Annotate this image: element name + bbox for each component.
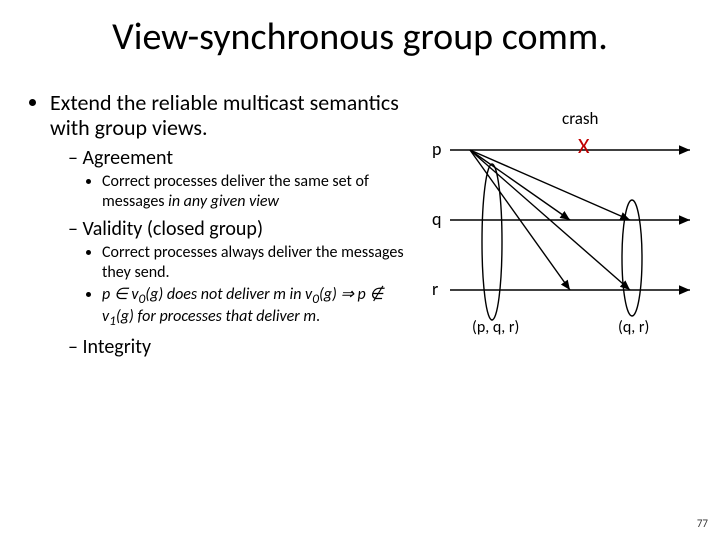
view-label-1: (q, r) [618, 318, 649, 337]
bullet-integrity: Integrity [68, 336, 408, 359]
slide-title: View-synchronous group comm. [0, 14, 720, 60]
vs2j: m [303, 307, 316, 326]
view-label-0: (p, q, r) [472, 318, 519, 337]
vs2d: m [273, 285, 286, 304]
agreement-sub: Correct processes deliver the same set o… [102, 172, 408, 212]
validity-sub1: Correct processes always deliver the mes… [102, 243, 408, 283]
bullet-agreement: Agreement Correct processes deliver the … [68, 147, 408, 212]
crash-x-icon: X [578, 132, 589, 159]
slide-body: Extend the reliable multicast semantics … [28, 90, 408, 363]
vs2h: 1 [109, 313, 116, 330]
vs2i: (g) for processes that deliver [116, 307, 303, 326]
validity-label: Validity (closed group) [82, 217, 263, 241]
bullet-list-l1: Extend the reliable multicast semantics … [28, 90, 408, 359]
validity-sub2: p ∈ v0(g) does not deliver m in v0(g) ⇒ … [102, 285, 408, 331]
bullet-validity: Validity (closed group) Correct processe… [68, 218, 408, 331]
process-label-r: r [432, 278, 438, 300]
vs2e: in v [286, 285, 312, 304]
vs2c: (g) does not deliver [145, 285, 273, 304]
agreement-label: Agreement [82, 146, 173, 170]
vs2k: . [316, 307, 320, 326]
diagram-svg [430, 110, 700, 370]
process-label-q: q [432, 208, 441, 230]
bullet-list-l3-validity: Correct processes always deliver the mes… [68, 243, 408, 331]
agreement-sub-em: in any given view [168, 192, 279, 211]
crash-label: crash [562, 108, 599, 129]
bullet-extend: Extend the reliable multicast semantics … [50, 90, 408, 359]
bullet-list-l2: Agreement Correct processes deliver the … [50, 147, 408, 360]
slide: View-synchronous group comm. Extend the … [0, 0, 720, 540]
integrity-label: Integrity [82, 335, 151, 359]
page-number: 77 [697, 517, 708, 530]
bullet-list-l3-agreement: Correct processes deliver the same set o… [68, 172, 408, 212]
vs2a: p ∈ v [102, 285, 139, 304]
process-label-p: p [432, 138, 441, 160]
diagram: crash X p q r (p, q, r) (q, r) [430, 110, 700, 370]
bullet-extend-text: Extend the reliable multicast semantics … [50, 89, 399, 141]
vs2f: 0 [312, 290, 319, 307]
